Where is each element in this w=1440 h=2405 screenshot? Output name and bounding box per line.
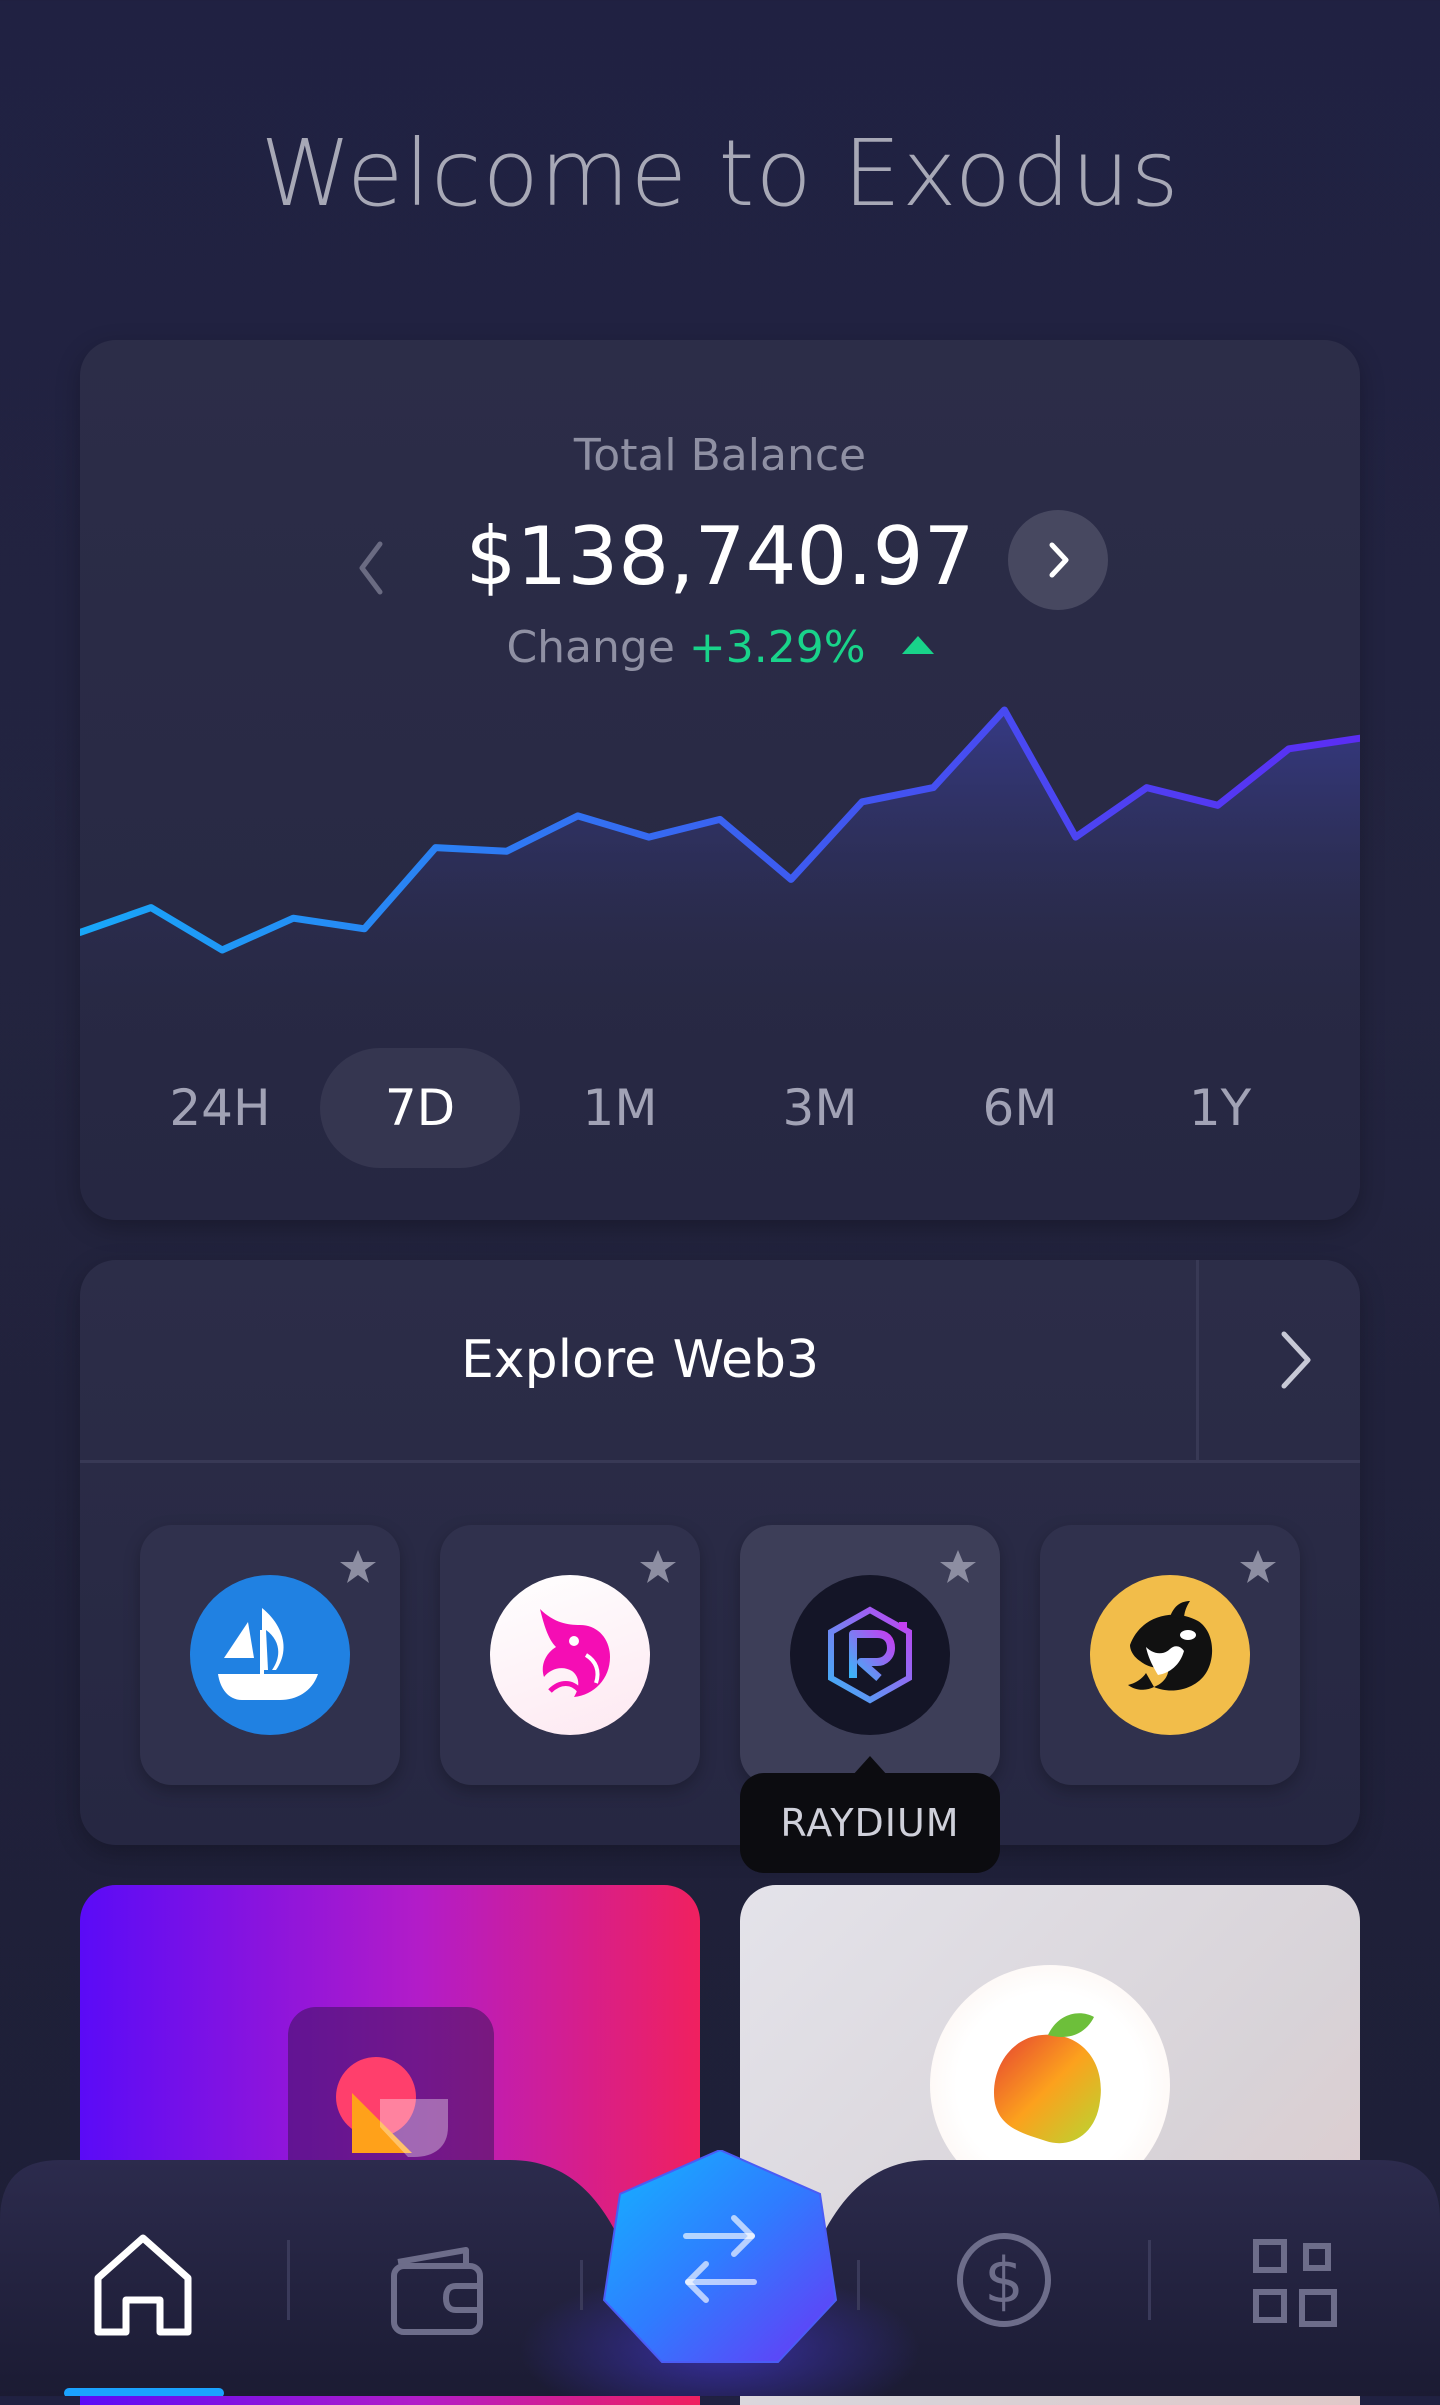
balance-chart bbox=[80, 700, 1360, 1030]
explore-title: Explore Web3 bbox=[80, 1260, 1200, 1460]
opensea-icon bbox=[190, 1575, 350, 1735]
page-title: Welcome to Exodus bbox=[0, 120, 1440, 227]
range-1y[interactable]: 1Y bbox=[1120, 1048, 1320, 1168]
raydium-icon bbox=[790, 1575, 950, 1735]
range-6m[interactable]: 6M bbox=[920, 1048, 1120, 1168]
balance-label: Total Balance bbox=[80, 430, 1360, 481]
nav-divider bbox=[857, 2260, 860, 2310]
nav-divider bbox=[287, 2240, 290, 2320]
app-tile-opensea[interactable] bbox=[140, 1525, 400, 1785]
change-value: +3.29% bbox=[689, 622, 866, 673]
app-tooltip: RAYDIUM bbox=[740, 1773, 1000, 1873]
time-range-selector: 24H7D1M3M6M1Y bbox=[120, 1048, 1320, 1168]
svg-text:$: $ bbox=[984, 2244, 1023, 2317]
star-icon[interactable] bbox=[638, 1547, 678, 1587]
app-tile-uniswap[interactable] bbox=[440, 1525, 700, 1785]
balance-change: Change +3.29% bbox=[80, 622, 1360, 673]
explore-web3-card: Explore Web3 bbox=[80, 1260, 1360, 1845]
balance-amount: $138,740.97 bbox=[80, 510, 1360, 603]
swap-hexagon bbox=[604, 2150, 836, 2362]
explore-header[interactable]: Explore Web3 bbox=[80, 1260, 1360, 1463]
nav-divider bbox=[580, 2260, 583, 2310]
range-1m[interactable]: 1M bbox=[520, 1048, 720, 1168]
next-balance-button[interactable] bbox=[1008, 510, 1108, 610]
app-tile-raydium[interactable] bbox=[740, 1525, 1000, 1785]
chart-area-fill bbox=[80, 710, 1360, 1030]
nav-swap-button[interactable] bbox=[604, 2150, 836, 2362]
range-7d[interactable]: 7D bbox=[320, 1048, 520, 1168]
nav-divider bbox=[1148, 2240, 1151, 2320]
chevron-right-icon[interactable] bbox=[1260, 1320, 1330, 1400]
orca-icon bbox=[1090, 1575, 1250, 1735]
header-divider bbox=[1196, 1260, 1199, 1460]
change-label: Change bbox=[506, 622, 674, 673]
bottom-navigation: $ bbox=[0, 2150, 1440, 2396]
chevron-right-icon bbox=[1038, 535, 1078, 585]
range-24h[interactable]: 24H bbox=[120, 1048, 320, 1168]
app-tile-orca[interactable] bbox=[1040, 1525, 1300, 1785]
range-3m[interactable]: 3M bbox=[720, 1048, 920, 1168]
star-icon[interactable] bbox=[1238, 1547, 1278, 1587]
active-indicator bbox=[64, 2388, 224, 2396]
star-icon[interactable] bbox=[938, 1547, 978, 1587]
up-triangle-icon bbox=[902, 636, 934, 654]
balance-card: Total Balance $138,740.97 Change +3.29% … bbox=[80, 340, 1360, 1220]
star-icon[interactable] bbox=[338, 1547, 378, 1587]
uniswap-icon bbox=[490, 1575, 650, 1735]
